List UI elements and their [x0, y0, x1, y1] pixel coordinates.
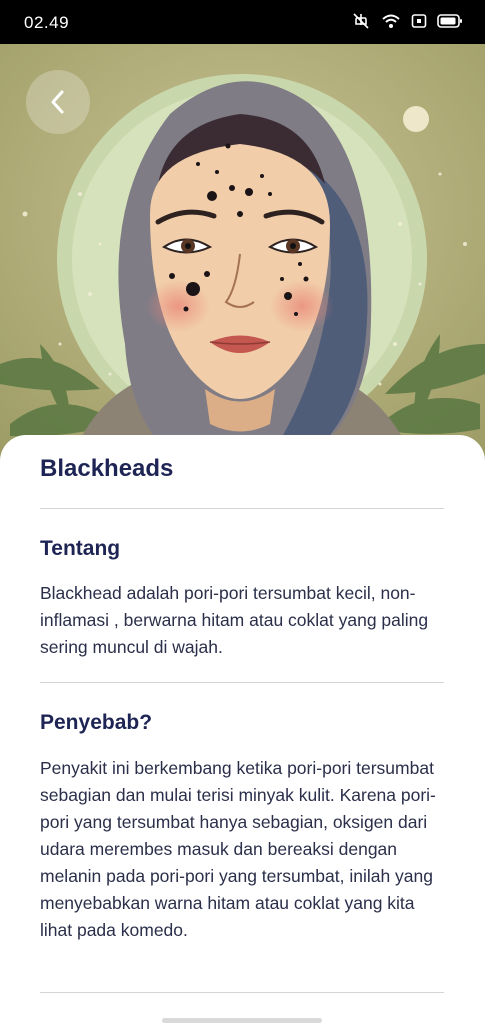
chevron-left-icon [51, 90, 64, 114]
back-button[interactable] [26, 70, 90, 134]
status-time: 02.49 [24, 13, 70, 32]
wifi-icon [382, 14, 400, 28]
section-body-tentang: Blackhead adalah pori-pori tersumbat kec… [40, 583, 429, 657]
section-heading-penyebab: Penyebab? [40, 711, 153, 734]
divider [40, 992, 444, 993]
sim-icon [411, 14, 427, 28]
section-body-penyebab: Penyakit ini berkembang ketika pori-pori… [40, 758, 436, 940]
divider [40, 508, 444, 509]
status-icons [351, 12, 463, 30]
divider [40, 682, 444, 683]
section-heading-tentang: Tentang [40, 537, 121, 560]
status-bar: 02.49 [0, 0, 485, 44]
home-indicator[interactable] [162, 1018, 322, 1023]
battery-icon [437, 14, 462, 28]
page-title: Blackheads [40, 455, 174, 482]
mute-icon [353, 13, 369, 29]
content-sheet: Blackheads Tentang Blackhead adalah pori… [0, 435, 485, 1024]
